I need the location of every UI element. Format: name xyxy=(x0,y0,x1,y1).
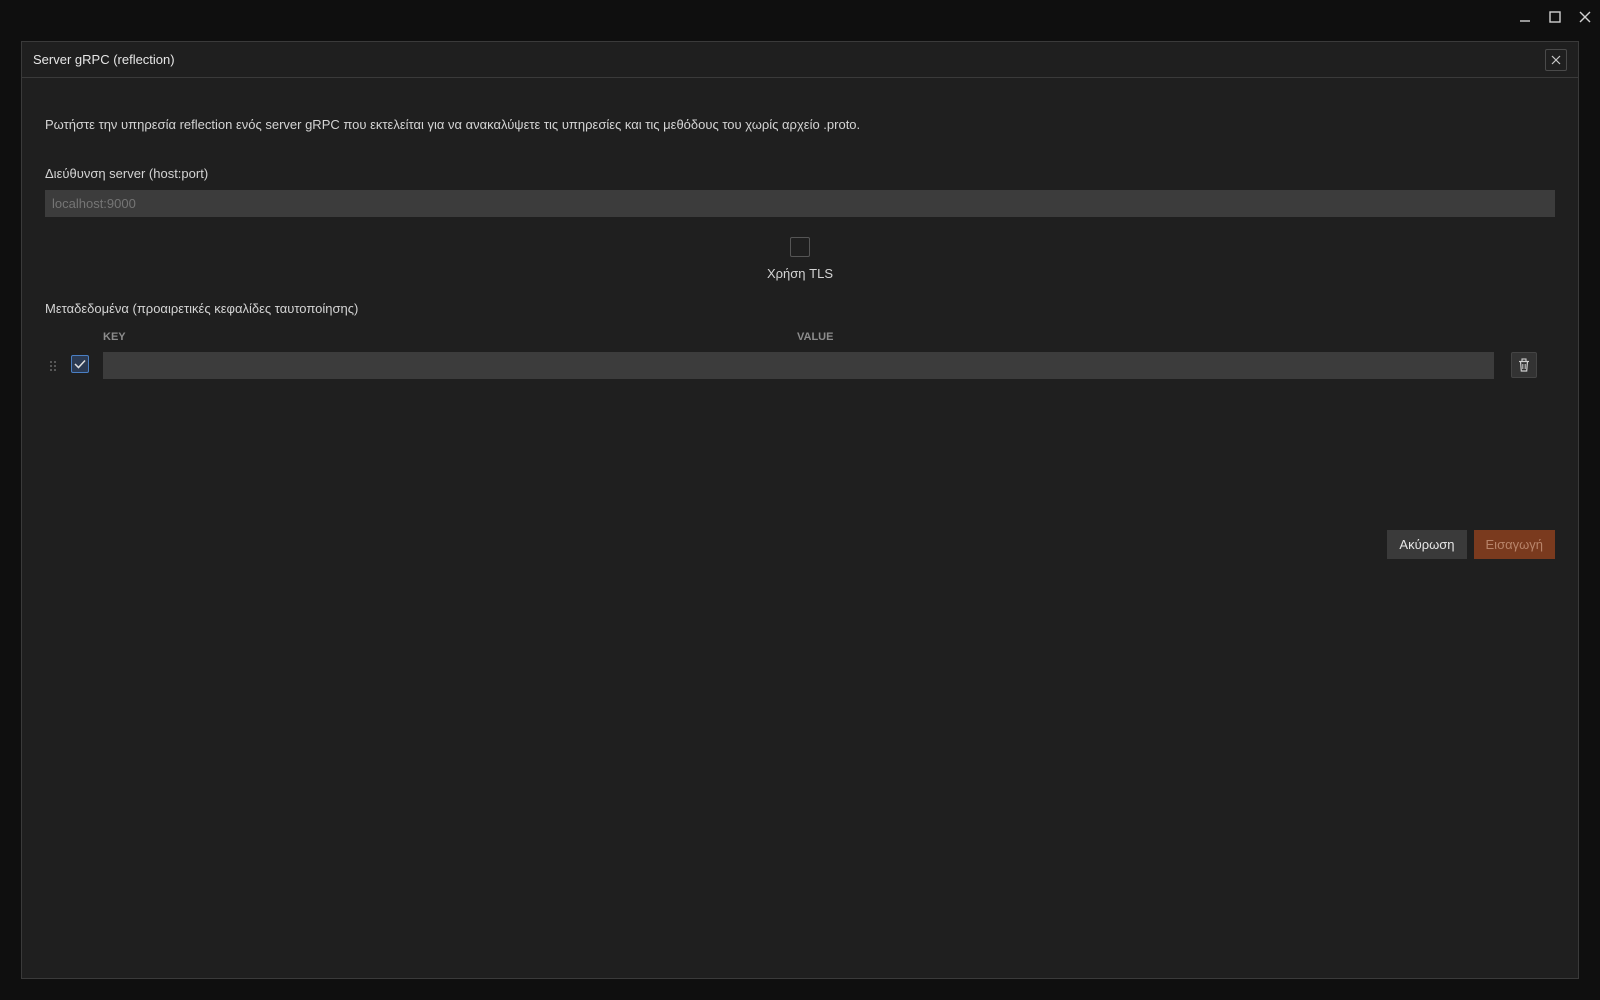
metadata-key-input[interactable] xyxy=(103,352,800,379)
tls-label: Χρήση TLS xyxy=(766,266,833,281)
dialog-body: Ρωτήστε την υπηρεσία reflection ενός ser… xyxy=(45,78,1555,559)
trash-icon xyxy=(1519,358,1529,372)
cancel-button[interactable]: Ακύρωση xyxy=(1387,530,1467,559)
checkmark-icon xyxy=(74,359,86,369)
metadata-value-input[interactable] xyxy=(797,352,1494,379)
delete-row-button[interactable] xyxy=(1511,352,1537,378)
import-button[interactable]: Εισαγωγή xyxy=(1473,530,1555,559)
row-enabled-checkbox[interactable] xyxy=(71,355,89,373)
window-close-button[interactable] xyxy=(1570,2,1600,32)
drag-handle-icon[interactable] xyxy=(49,359,57,371)
dialog-actions: Ακύρωση Εισαγωγή xyxy=(1387,530,1555,559)
host-input[interactable] xyxy=(45,190,1555,217)
window-controls xyxy=(1510,0,1600,34)
metadata-table-header: KEY VALUE xyxy=(45,327,1555,347)
minimize-button[interactable] xyxy=(1510,2,1540,32)
dialog-title: Server gRPC (reflection) xyxy=(33,52,175,67)
close-icon xyxy=(1579,11,1591,23)
maximize-icon xyxy=(1549,11,1561,23)
close-icon xyxy=(1551,55,1561,64)
value-column-header: VALUE xyxy=(797,331,834,343)
tls-checkbox[interactable] xyxy=(790,237,810,257)
grpc-reflection-dialog: Server gRPC (reflection) Ρωτήστε την υπη… xyxy=(21,41,1579,979)
host-label: Διεύθυνση server (host:port) xyxy=(45,166,209,181)
tls-option: Χρήση TLS xyxy=(45,237,1555,281)
dialog-close-button[interactable] xyxy=(1545,48,1567,71)
minimize-icon xyxy=(1520,20,1530,22)
dialog-description: Ρωτήστε την υπηρεσία reflection ενός ser… xyxy=(45,117,861,132)
dialog-header: Server gRPC (reflection) xyxy=(22,42,1578,78)
metadata-label: Μεταδεδομένα (προαιρετικές κεφαλίδες ταυ… xyxy=(45,301,359,316)
maximize-button[interactable] xyxy=(1540,2,1570,32)
metadata-row xyxy=(45,351,1555,381)
key-column-header: KEY xyxy=(103,331,126,343)
